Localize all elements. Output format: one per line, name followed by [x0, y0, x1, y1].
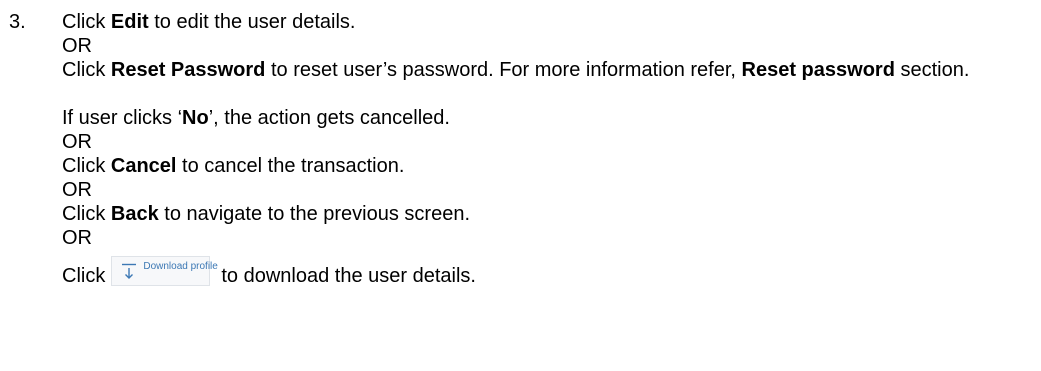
- reset-password-section-link: Reset password: [741, 59, 895, 81]
- or-separator: OR: [62, 179, 92, 201]
- text: to reset user’s password. For more infor…: [265, 59, 742, 81]
- reset-password-keyword: Reset Password: [110, 59, 266, 81]
- download-instruction: Click Download profile to download the u…: [62, 256, 476, 288]
- text: Click: [62, 203, 111, 225]
- text: to cancel the transaction.: [176, 155, 405, 177]
- text: section.: [894, 59, 970, 81]
- text: Click: [62, 155, 111, 177]
- download-profile-label: Download profile: [143, 261, 218, 272]
- edit-keyword: Edit: [110, 11, 149, 33]
- back-instruction: Click Back to navigate to the previous s…: [62, 202, 470, 226]
- or-separator: OR: [62, 35, 92, 57]
- text: ’, the action gets cancelled.: [208, 107, 450, 129]
- text: Click: [62, 11, 111, 33]
- cancel-keyword: Cancel: [110, 155, 177, 177]
- text: Click: [62, 59, 111, 81]
- download-profile-button[interactable]: Download profile: [111, 256, 218, 286]
- or-separator: OR: [62, 131, 92, 153]
- text: If user clicks ‘: [62, 107, 183, 129]
- reset-password-instruction: Click Reset Password to reset user’s pas…: [62, 58, 1032, 82]
- step-number: 3.: [9, 11, 26, 33]
- download-icon: [122, 263, 137, 279]
- cancel-instruction: Click Cancel to cancel the transaction.: [62, 154, 404, 178]
- text: to navigate to the previous screen.: [158, 203, 471, 225]
- text: Click: [62, 265, 106, 287]
- no-action-note: If user clicks ‘No’, the action gets can…: [62, 106, 450, 130]
- text: to edit the user details.: [148, 11, 356, 33]
- edit-instruction: Click Edit to edit the user details.: [62, 10, 355, 34]
- or-separator: OR: [62, 227, 92, 249]
- no-keyword: No: [182, 107, 209, 129]
- text: to download the user details.: [221, 265, 476, 287]
- back-keyword: Back: [110, 203, 159, 225]
